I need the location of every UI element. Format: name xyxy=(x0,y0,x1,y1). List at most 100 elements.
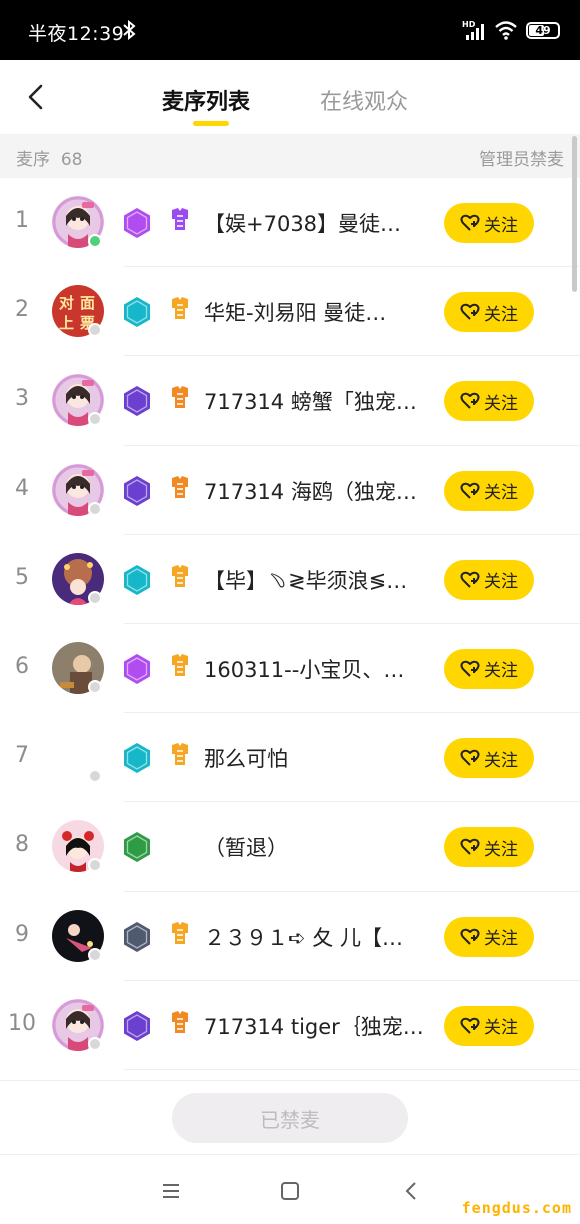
list-item[interactable]: 5 子 【毕】﹆≷毕须浪≶… 关注 xyxy=(0,535,580,624)
back-icon[interactable] xyxy=(22,82,52,112)
follow-button[interactable]: 关注 xyxy=(444,559,534,600)
level-badge-icon xyxy=(124,475,150,506)
follow-button[interactable]: 关注 xyxy=(444,381,534,422)
user-name: （暂退） xyxy=(204,836,288,861)
user-name: 717314 tiger｛独宠… xyxy=(204,1014,424,1039)
list-item[interactable]: 6 侯 160311--小宝贝、… 关注 xyxy=(0,624,580,714)
rank-number: 2 xyxy=(15,297,29,323)
queue-count-value: 68 xyxy=(60,150,83,170)
follow-button[interactable]: 关注 xyxy=(444,1005,534,1046)
queue-label: 麦序 xyxy=(16,150,50,170)
level-badge-icon xyxy=(124,653,150,684)
level-badge-label: 男 xyxy=(8,812,22,828)
user-name: 717314 海鸥（独宠… xyxy=(204,479,417,504)
rank-number: 3 xyxy=(15,386,29,412)
role-icon xyxy=(172,564,188,587)
admin-ban-mic-link[interactable]: 管理员禁麦 xyxy=(479,145,564,170)
role-icon xyxy=(172,743,188,766)
level-badge-icon xyxy=(124,921,150,952)
level-badge-icon xyxy=(124,832,150,863)
follow-button[interactable]: 关注 xyxy=(444,203,534,243)
bluetooth-icon xyxy=(123,20,136,40)
heart-plus-icon xyxy=(460,839,480,856)
tab-indicator xyxy=(193,121,229,126)
level-badge-icon xyxy=(124,297,150,328)
follow-label: 关注 xyxy=(484,750,518,771)
role-icon xyxy=(172,297,188,320)
tab-online-audience[interactable]: 在线观众 xyxy=(320,84,408,116)
follow-label: 关注 xyxy=(484,839,518,860)
list-item[interactable]: 3 公 717314 螃蟹「独宠… 关注 xyxy=(0,356,580,446)
user-name: ２３９１➪ 夂 儿【… xyxy=(204,925,403,950)
follow-label: 关注 xyxy=(484,929,518,949)
list-item[interactable]: 4 公 717314 海鸥（独宠… 关注 xyxy=(0,446,580,535)
level-badge-label: 公 xyxy=(8,366,22,382)
rank-number: 10 xyxy=(8,1010,36,1036)
follow-button[interactable]: 关注 xyxy=(444,916,534,957)
role-icon xyxy=(172,386,188,409)
rank-number: 9 xyxy=(15,921,29,947)
follow-button[interactable]: 关注 xyxy=(444,470,534,511)
heart-plus-icon xyxy=(460,482,480,499)
level-badge-label: 公 xyxy=(8,456,22,472)
role-icon xyxy=(172,653,188,676)
list-item[interactable]: 1 侯 【娱+7038】曼徒… 关注 xyxy=(0,178,580,268)
avatar-text-2: 上 xyxy=(59,314,74,332)
level-badge-label: 勋 xyxy=(8,902,22,917)
list-item[interactable]: 10 公 717314 tiger｛独宠… 关注 xyxy=(0,981,580,1070)
banned-mic-button[interactable]: 已禁麦 xyxy=(172,1093,408,1143)
follow-button[interactable]: 关注 xyxy=(444,738,534,779)
user-name: 【娱+7038】曼徒… xyxy=(204,212,402,236)
online-status-dot xyxy=(88,858,102,873)
heart-plus-icon xyxy=(460,1017,480,1034)
follow-label: 关注 xyxy=(484,483,518,504)
follow-button[interactable]: 关注 xyxy=(444,827,534,868)
rank-number: 7 xyxy=(15,743,29,769)
follow-button[interactable]: 关注 xyxy=(444,648,534,689)
menu-icon[interactable] xyxy=(157,1177,185,1205)
online-status-dot xyxy=(88,947,102,962)
tab-mic-queue[interactable]: 麦序列表 xyxy=(162,84,250,116)
online-status-dot xyxy=(88,590,102,605)
role-icon xyxy=(172,208,188,230)
avatar-text-1: 面 xyxy=(80,294,95,312)
home-icon[interactable] xyxy=(276,1177,304,1205)
user-name: 那么可怕 xyxy=(204,747,288,772)
nav-back-icon[interactable] xyxy=(398,1177,426,1205)
list-item[interactable]: 7 子 那么可怕 关注 xyxy=(0,713,580,803)
online-status-dot xyxy=(88,501,102,516)
list-item[interactable]: 9 勋 ２３９１➪ 夂 儿【… 关注 xyxy=(0,892,580,981)
rank-number: 5 xyxy=(15,564,29,590)
scrollbar[interactable] xyxy=(572,136,577,292)
follow-label: 关注 xyxy=(484,215,518,236)
heart-plus-icon xyxy=(460,749,480,766)
online-status-dot xyxy=(88,769,102,784)
status-time: 半夜12:39 xyxy=(28,23,125,45)
level-badge-label: 子 xyxy=(8,545,22,561)
list-item[interactable]: 8 男 （暂退） 关注 xyxy=(0,802,580,892)
row-divider xyxy=(124,1068,580,1070)
user-name: 华矩-刘易阳 曼徒… xyxy=(204,301,387,326)
queue-count: 麦序 68 xyxy=(16,145,82,170)
online-status-dot xyxy=(88,1036,102,1051)
level-badge-label: 侯 xyxy=(8,188,22,204)
heart-plus-icon xyxy=(460,214,480,231)
status-bar: 半夜12:39 HD 49 xyxy=(0,0,580,60)
follow-label: 关注 xyxy=(484,1018,518,1039)
level-badge-icon xyxy=(124,208,150,238)
mic-queue-list: 1 侯 【娱+7038】曼徒… 关注 2 对 面 上 票 子 华矩-刘易阳 曼徒… xyxy=(0,178,580,1080)
rank-number: 6 xyxy=(15,653,29,679)
status-icons: HD 49 xyxy=(462,17,560,43)
bottom-bar: 已禁麦 xyxy=(0,1080,580,1154)
heart-plus-icon xyxy=(460,660,480,677)
level-badge-label: 侯 xyxy=(8,634,22,650)
user-name: 【毕】﹆≷毕须浪≶… xyxy=(204,568,408,593)
online-status-dot xyxy=(88,412,102,427)
level-badge-icon xyxy=(124,386,150,417)
battery-level: 49 xyxy=(535,23,551,37)
list-item[interactable]: 2 对 面 上 票 子 华矩-刘易阳 曼徒… 关注 xyxy=(0,267,580,357)
follow-button[interactable]: 关注 xyxy=(444,292,534,333)
network-label: HD xyxy=(462,20,476,29)
online-status-dot xyxy=(88,234,102,248)
level-badge-icon xyxy=(124,743,150,774)
